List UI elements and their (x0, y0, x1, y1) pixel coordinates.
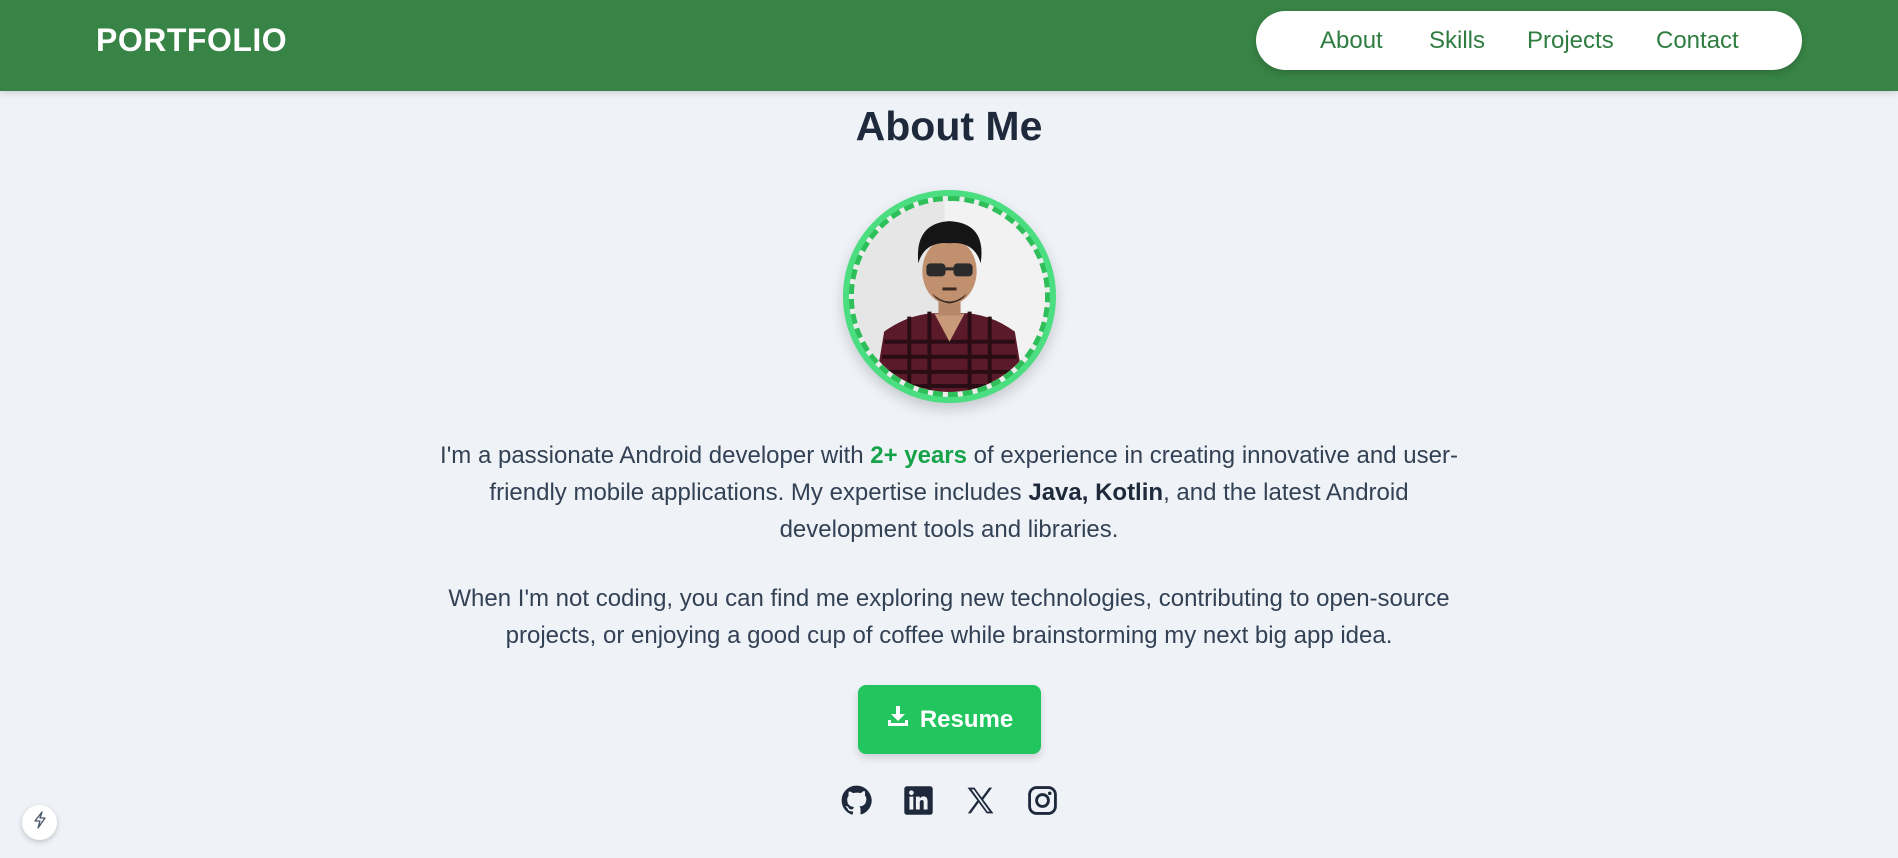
top-navbar: PORTFOLIO About Skills Projects Contact (0, 0, 1898, 91)
x-icon[interactable] (965, 785, 996, 816)
resume-label: Resume (919, 705, 1014, 733)
skills-highlight: Java, Kotlin (1028, 479, 1164, 506)
resume-download-button[interactable]: Resume (858, 685, 1041, 754)
linkedin-icon[interactable] (903, 785, 934, 816)
profile-photo (849, 196, 1050, 397)
about-paragraph-intro: I'm a passionate Android developer with … (430, 437, 1468, 548)
section-title: About Me (855, 103, 1043, 149)
github-icon[interactable] (841, 785, 872, 816)
nav-link-skills[interactable]: Skills (1429, 27, 1485, 55)
social-links (0, 785, 1898, 817)
nav-link-contact[interactable]: Contact (1656, 27, 1739, 55)
lightning-button[interactable] (22, 805, 57, 840)
intro-text-start: I'm a passionate Android developer with (440, 442, 871, 469)
nav-link-projects[interactable]: Projects (1527, 27, 1614, 55)
about-paragraph-hobbies: When I'm not coding, you can find me exp… (448, 585, 1450, 649)
brand-logo[interactable]: PORTFOLIO (96, 22, 287, 59)
instagram-icon[interactable] (1027, 785, 1058, 816)
avatar (843, 190, 1056, 403)
experience-highlight: 2+ years (870, 442, 967, 469)
nav-link-about[interactable]: About (1320, 27, 1383, 55)
lightning-icon (32, 811, 48, 834)
nav-menu: About Skills Projects Contact (1256, 11, 1802, 70)
download-icon (886, 704, 910, 735)
